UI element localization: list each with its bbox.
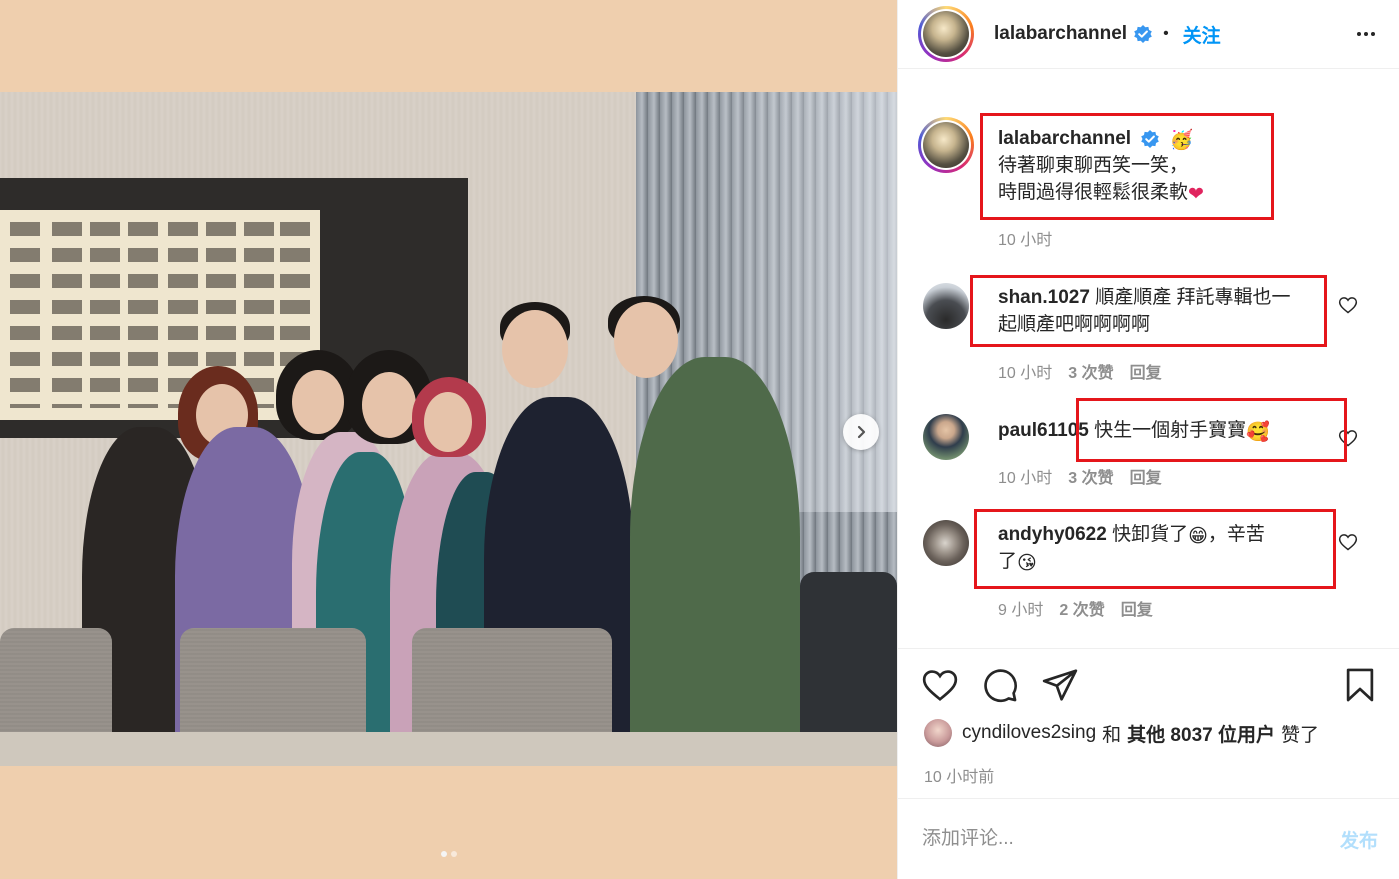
comment-text: andyhy0622 快卸貨了😁，辛苦 了😘 xyxy=(998,524,1265,574)
comment-composer: 发布 xyxy=(898,798,1399,879)
comment-meta: 9 小时 2 次赞 回复 xyxy=(998,596,1153,620)
red-heart-emoji: ❤ xyxy=(1188,183,1204,205)
separator-dot: • xyxy=(1163,25,1169,42)
like-heart-icon[interactable] xyxy=(921,666,959,704)
reply-button[interactable]: 回复 xyxy=(1121,596,1153,620)
caption: lalabarchannel 🥳 待著聊東聊西笑一笑， 時間過得很輕鬆很柔軟❤ xyxy=(998,125,1298,206)
comment-meta: 10 小时 3 次赞 回复 xyxy=(998,464,1162,488)
caption-time[interactable]: 10 小时 xyxy=(998,226,1052,250)
comment-like-heart-icon[interactable] xyxy=(1338,532,1358,552)
comment-likes[interactable]: 2 次赞 xyxy=(1059,596,1104,620)
post-side-panel: lalabarchannel • 关注 lalabarchannel 🥳 待著聊… xyxy=(897,0,1399,879)
photo-calligraphy-scroll xyxy=(0,210,320,420)
carousel-next-button[interactable] xyxy=(843,414,879,450)
comment-like-heart-icon[interactable] xyxy=(1338,428,1358,448)
author-username[interactable]: lalabarchannel xyxy=(994,23,1127,45)
carousel-indicator xyxy=(0,851,897,857)
post-header: lalabarchannel • 关注 xyxy=(898,0,1399,69)
carousel-dot xyxy=(450,851,457,857)
commenter-username[interactable]: paul61105 xyxy=(998,420,1089,441)
commenter-username[interactable]: shan.1027 xyxy=(998,287,1090,308)
party-face-emoji: 🥳 xyxy=(1169,129,1194,151)
follow-button[interactable]: 关注 xyxy=(1183,21,1221,48)
comment-bubble-icon[interactable] xyxy=(981,666,1019,704)
post-photo[interactable] xyxy=(0,92,897,766)
verified-badge-icon xyxy=(1141,129,1160,148)
photo-person xyxy=(630,357,800,766)
liker-username[interactable]: cyndiloves2sing xyxy=(962,722,1096,744)
face-blowing-kiss-emoji: 😘 xyxy=(1017,552,1037,574)
comment-time[interactable]: 10 小时 xyxy=(998,359,1052,383)
comments-section: lalabarchannel 🥳 待著聊東聊西笑一笑， 時間過得很輕鬆很柔軟❤ … xyxy=(898,70,1399,648)
share-send-icon[interactable] xyxy=(1041,666,1079,704)
post-comment-button[interactable]: 发布 xyxy=(1340,826,1378,853)
post-actions: cyndiloves2sing 和 其他 8037 位用户 赞了 10 小时前 xyxy=(898,648,1399,798)
comment-input[interactable] xyxy=(922,828,1302,850)
comment-text: shan.1027 順產順產 拜託專輯也一 起順產吧啊啊啊啊 xyxy=(998,287,1291,335)
likes-summary: cyndiloves2sing 和 其他 8037 位用户 赞了 xyxy=(924,719,1319,747)
commenter-avatar[interactable] xyxy=(923,283,969,329)
chevron-right-icon xyxy=(857,425,866,439)
commenter-avatar[interactable] xyxy=(923,520,969,566)
smiling-face-with-hearts-emoji: 🥰 xyxy=(1246,421,1270,443)
comment-time[interactable]: 9 小时 xyxy=(998,596,1043,620)
liker-avatar[interactable] xyxy=(924,719,952,747)
caption-line-2: 時間過得很輕鬆很柔軟 xyxy=(998,182,1189,203)
reply-button[interactable]: 回复 xyxy=(1130,464,1162,488)
author-avatar[interactable] xyxy=(918,6,974,62)
comment-time[interactable]: 10 小时 xyxy=(998,464,1052,488)
comment-likes[interactable]: 3 次赞 xyxy=(1068,464,1113,488)
more-horizontal-icon[interactable] xyxy=(1354,22,1378,46)
media-pane xyxy=(0,0,897,879)
comment-text: paul61105 快生一個射手寶寶🥰 xyxy=(998,420,1270,443)
verified-badge-icon xyxy=(1134,25,1152,43)
post-timestamp[interactable]: 10 小时前 xyxy=(924,763,994,787)
save-bookmark-icon[interactable] xyxy=(1341,666,1379,704)
commenter-username[interactable]: andyhy0622 xyxy=(998,524,1107,545)
caption-line-1: 待著聊東聊西笑一笑， xyxy=(998,155,1189,176)
photo-table xyxy=(0,732,897,766)
grinning-face-emoji: 😁 xyxy=(1188,525,1208,547)
commenter-avatar[interactable] xyxy=(923,414,969,460)
comment-likes[interactable]: 3 次赞 xyxy=(1068,359,1113,383)
comment-like-heart-icon[interactable] xyxy=(1338,295,1358,315)
carousel-dot-active xyxy=(440,851,447,857)
reply-button[interactable]: 回复 xyxy=(1130,359,1162,383)
caption-username[interactable]: lalabarchannel xyxy=(998,128,1131,149)
caption-meta: 10 小时 xyxy=(998,226,1052,250)
others-likes-link[interactable]: 其他 8037 位用户 xyxy=(1127,720,1275,747)
comment-meta: 10 小时 3 次赞 回复 xyxy=(998,359,1162,383)
caption-author-avatar[interactable] xyxy=(918,117,974,173)
